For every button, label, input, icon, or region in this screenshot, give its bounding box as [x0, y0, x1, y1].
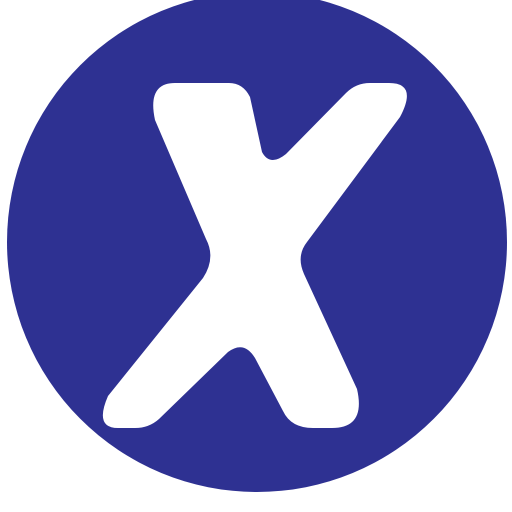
x-logo-icon [7, 0, 507, 492]
icon-canvas [0, 0, 512, 512]
